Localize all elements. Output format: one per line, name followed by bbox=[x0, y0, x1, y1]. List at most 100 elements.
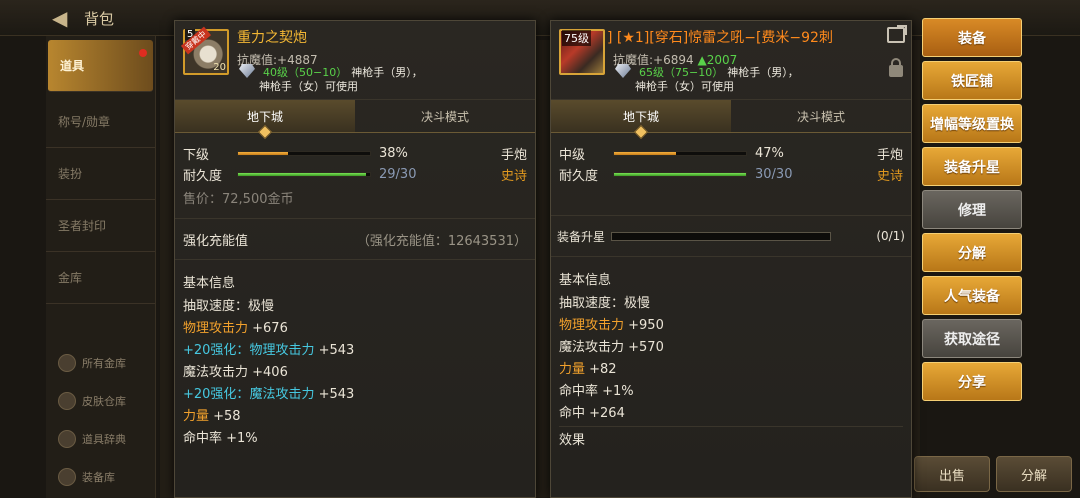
sidebar-item-seal[interactable]: 圣者封印 bbox=[46, 200, 155, 252]
attr-label: 力量 bbox=[559, 362, 586, 377]
sidebar-item-label: 金库 bbox=[58, 271, 83, 285]
share-button[interactable]: 分享 bbox=[922, 362, 1022, 401]
item-level-tag: 75级 bbox=[562, 30, 591, 46]
star-upgrade-button[interactable]: 装备升星 bbox=[922, 147, 1022, 186]
sidebar-sub-skin[interactable]: 皮肤仓库 bbox=[46, 382, 155, 420]
durability-value: 29/30 bbox=[379, 167, 417, 182]
item-icon: 5 穿戴中 20 bbox=[180, 26, 229, 75]
durability-bar-fill bbox=[614, 173, 746, 176]
divider bbox=[175, 218, 535, 219]
sell-label: 出售 bbox=[938, 468, 965, 484]
notification-dot bbox=[139, 48, 147, 57]
basic-info-title: 基本信息 bbox=[183, 276, 236, 291]
tab-duel[interactable]: 决斗模式 bbox=[355, 100, 535, 132]
sell-button[interactable]: 出售 bbox=[914, 456, 990, 492]
sidebar-item-label: 装扮 bbox=[58, 167, 83, 181]
sidebar-item-vault[interactable]: 金库 bbox=[46, 252, 155, 304]
grade-row: 中级 47% 手炮 bbox=[559, 143, 903, 164]
sidebar-sub-dictionary[interactable]: 道具辞典 bbox=[46, 420, 155, 458]
repair-button[interactable]: 修理 bbox=[922, 190, 1022, 229]
page-title: 背包 bbox=[84, 10, 115, 28]
req-class: 神枪手（男）， bbox=[351, 66, 423, 79]
bottom-actions: 出售 分解 bbox=[914, 456, 1072, 492]
item-header: 75级 ] [★1][穿石]惊雷之吼−[费米−92刺 抗魔值:+6894 ▲20… bbox=[551, 21, 911, 99]
vault-icon bbox=[58, 354, 76, 372]
sidebar-item-label: 道具 bbox=[60, 59, 85, 73]
attr-enhance-magic: +20强化：魔法攻击力 +543 bbox=[183, 383, 527, 405]
divider bbox=[551, 256, 911, 257]
equip-button[interactable]: 装备 bbox=[922, 18, 1022, 57]
mode-tabs: 地下城 决斗模式 bbox=[175, 99, 535, 133]
star-upgrade-value: (0/1) bbox=[876, 229, 905, 243]
grade-row: 下级 38% 手炮 bbox=[183, 143, 527, 164]
durability-bar-fill bbox=[238, 173, 366, 176]
lock-icon[interactable] bbox=[889, 58, 903, 77]
attr-speed: 抽取速度：极慢 bbox=[183, 299, 275, 314]
sidebar-sub-label: 装备库 bbox=[82, 471, 115, 484]
popular-equip-button[interactable]: 人气装备 bbox=[922, 276, 1022, 315]
attr-hit-rate: 命中率 +1% bbox=[183, 431, 258, 446]
sidebar-item-costume[interactable]: 装扮 bbox=[46, 148, 155, 200]
sell-price: 售价：72,500金币 bbox=[183, 192, 294, 207]
attr-label: 力量 bbox=[183, 409, 210, 424]
star-upgrade-bar bbox=[611, 231, 832, 241]
durability-row: 耐久度 30/30 史诗 bbox=[559, 164, 903, 185]
grade-bar-fill bbox=[238, 152, 289, 155]
attr-value: +82 bbox=[585, 362, 617, 377]
disassemble-bottom-button[interactable]: 分解 bbox=[996, 456, 1072, 492]
attr-speed: 抽取速度：极慢 bbox=[559, 296, 651, 311]
attr-prefix: +20强化： bbox=[183, 343, 250, 358]
obtain-route-button[interactable]: 获取途径 bbox=[922, 319, 1022, 358]
enhance-charge-label: 强化充能值 bbox=[183, 233, 249, 249]
durability-bar bbox=[613, 172, 747, 177]
grade-percent: 47% bbox=[755, 146, 784, 161]
stat-rows: 中级 47% 手炮 耐久度 30/30 史诗 bbox=[551, 133, 911, 185]
rarity: 史诗 bbox=[500, 169, 527, 184]
equip-library-icon bbox=[58, 468, 76, 486]
enhance-charge-row: 强化充能值 （强化充能值：12643531） bbox=[175, 227, 535, 251]
attribute-list: 抽取速度：极慢 物理攻击力 +676 +20强化：物理攻击力 +543 魔法攻击… bbox=[175, 295, 535, 449]
attr-hit: 命中 +264 bbox=[559, 406, 625, 421]
durability-label: 耐久度 bbox=[559, 169, 599, 184]
grade-percent: 38% bbox=[379, 146, 408, 161]
disassemble-button[interactable]: 分解 bbox=[922, 233, 1022, 272]
basic-info-title: 基本信息 bbox=[559, 273, 612, 288]
durability-label: 耐久度 bbox=[183, 169, 223, 184]
tab-duel[interactable]: 决斗模式 bbox=[731, 100, 911, 132]
sidebar-item-items[interactable]: 道具 bbox=[48, 40, 153, 92]
tab-dungeon[interactable]: 地下城 bbox=[551, 100, 731, 132]
attr-value: +58 bbox=[209, 409, 241, 424]
requirement-line-2: 神枪手（女）可使用 bbox=[259, 80, 358, 93]
grade-bar-fill bbox=[614, 152, 677, 155]
item-name: 重力之契炮 bbox=[237, 30, 307, 46]
grade-bar bbox=[237, 151, 371, 156]
weapon-type: 手炮 bbox=[876, 148, 903, 163]
equipped-item-tooltip: 5 穿戴中 20 重力之契炮 抗魔值:+4887 40级（50−10） 神枪手（… bbox=[174, 20, 536, 498]
grade-bar bbox=[613, 151, 747, 156]
attr-label: 物理攻击力 bbox=[183, 321, 249, 336]
attr-prefix: +20强化： bbox=[183, 387, 250, 402]
tab-dungeon[interactable]: 地下城 bbox=[175, 100, 355, 132]
amplify-swap-button[interactable]: 增幅等级置换 bbox=[922, 104, 1022, 143]
attribute-list: 抽取速度：极慢 物理攻击力 +950 魔法攻击力 +570 力量 +82 命中率… bbox=[551, 292, 911, 451]
attr-strength: 力量 +82 bbox=[559, 358, 903, 380]
sidebar-sub-all-vault[interactable]: 所有金库 bbox=[46, 344, 155, 382]
sidebar-sub-equip-library[interactable]: 装备库 bbox=[46, 458, 155, 496]
attr-magic-atk: 魔法攻击力 +570 bbox=[559, 340, 664, 355]
requirement-line-2: 神枪手（女）可使用 bbox=[635, 80, 734, 93]
item-icon: 75级 bbox=[559, 29, 605, 75]
diamond-icon bbox=[239, 64, 255, 78]
divider bbox=[551, 215, 911, 216]
item-count: 20 bbox=[213, 62, 226, 73]
action-menu: 装备 铁匠铺 增幅等级置换 装备升星 修理 分解 人气装备 获取途径 分享 bbox=[922, 18, 1024, 405]
divider bbox=[559, 426, 903, 427]
share-icon[interactable] bbox=[887, 25, 907, 43]
sidebar-item-label: 圣者封印 bbox=[58, 219, 107, 233]
blacksmith-button[interactable]: 铁匠铺 bbox=[922, 61, 1022, 100]
back-arrow-icon[interactable]: ◀ bbox=[52, 6, 67, 30]
grade-label: 下级 bbox=[183, 148, 210, 163]
attr-enhance-phys: +20强化：物理攻击力 +543 bbox=[183, 339, 527, 361]
item-name: ] [★1][穿石]惊雷之吼−[费米−92刺 bbox=[607, 30, 833, 46]
sidebar-item-titles[interactable]: 称号/勋章 bbox=[46, 96, 155, 148]
